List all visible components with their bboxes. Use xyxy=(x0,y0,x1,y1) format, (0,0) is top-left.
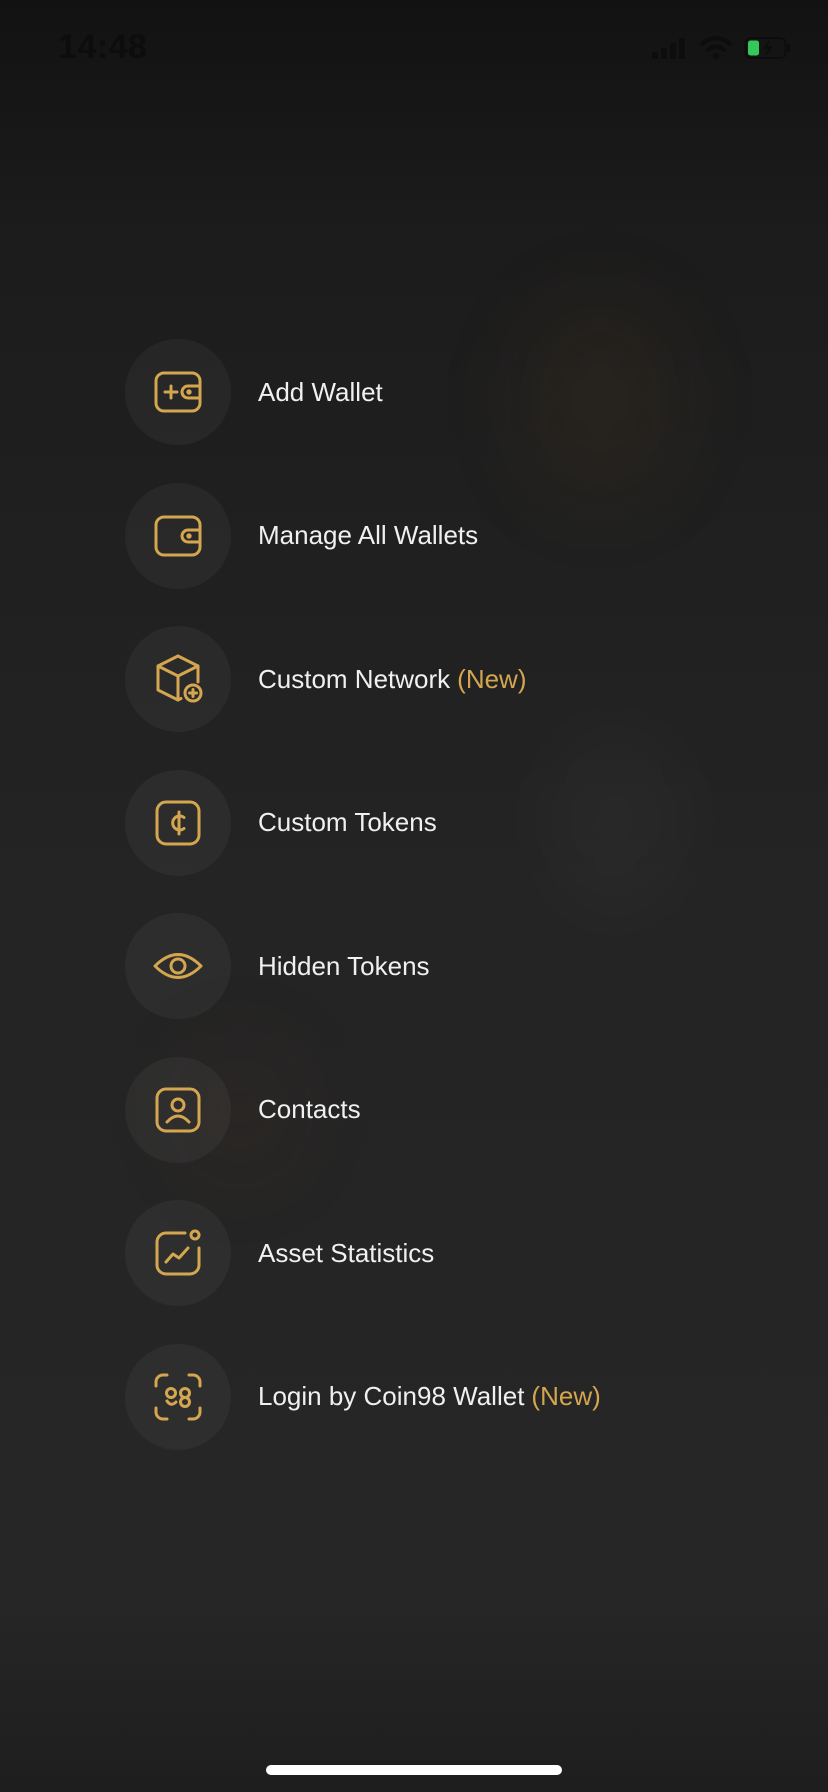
label-text: Manage All Wallets xyxy=(258,520,479,550)
label-text: Custom Network xyxy=(258,663,451,694)
icon-circle xyxy=(125,1056,231,1163)
wifi-icon xyxy=(700,36,732,60)
new-badge: (New) xyxy=(457,663,527,694)
icon-circle xyxy=(125,913,231,1019)
menu-item-label: Custom Tokens xyxy=(258,807,437,838)
menu-item-custom-network[interactable]: Custom Network (New) xyxy=(125,625,765,733)
status-icons xyxy=(652,36,792,60)
cellular-signal-icon xyxy=(652,38,685,59)
menu-item-label: Contacts xyxy=(258,1094,361,1125)
icon-circle xyxy=(125,1343,231,1450)
icon-circle xyxy=(125,769,231,876)
menu-item-label: Add Wallet xyxy=(258,377,383,408)
coin-icon xyxy=(155,800,201,845)
home-indicator[interactable] xyxy=(266,1765,562,1775)
label-text: Hidden Tokens xyxy=(258,950,430,981)
contact-icon xyxy=(155,1087,201,1132)
menu-item-label: Asset Statistics xyxy=(258,1238,434,1269)
menu-item-label: Hidden Tokens xyxy=(258,951,430,982)
menu-list: Add Wallet Manage All Wallets Custom Net… xyxy=(125,338,765,1486)
scan-icon xyxy=(154,1373,202,1420)
wallet-icon xyxy=(154,515,202,556)
label-text: Contacts xyxy=(258,1094,361,1124)
label-text: Login by Coin98 Wallet xyxy=(258,1381,525,1411)
menu-item-add-wallet[interactable]: Add Wallet xyxy=(125,338,765,446)
menu-item-manage-all-wallets[interactable]: Manage All Wallets xyxy=(125,482,765,590)
menu-item-asset-statistics[interactable]: Asset Statistics xyxy=(125,1199,765,1307)
icon-circle xyxy=(125,626,231,732)
icon-circle xyxy=(125,482,231,589)
menu-item-label: Login by Coin98 Wallet (New) xyxy=(258,1381,601,1412)
new-badge: (New) xyxy=(531,1381,601,1411)
status-time: 14:48 xyxy=(58,28,148,66)
menu-item-label: Manage All Wallets xyxy=(258,520,478,551)
label-text: Custom Tokens xyxy=(258,807,437,837)
add-wallet-icon xyxy=(154,371,202,413)
eye-icon xyxy=(153,953,203,979)
battery-charging-icon xyxy=(744,37,790,59)
chart-icon xyxy=(155,1229,201,1276)
menu-item-contacts[interactable]: Contacts xyxy=(125,1056,765,1164)
cube-plus-icon xyxy=(156,654,203,703)
icon-circle xyxy=(125,1200,231,1306)
icon-circle xyxy=(125,339,231,445)
label-text: Asset Statistics xyxy=(258,1237,435,1268)
menu-item-hidden-tokens[interactable]: Hidden Tokens xyxy=(125,912,765,1020)
label-text: Add Wallet xyxy=(258,376,383,407)
menu-item-label: Custom Network (New) xyxy=(258,664,527,695)
menu-item-custom-tokens[interactable]: Custom Tokens xyxy=(125,769,765,877)
status-bar: 14:48 xyxy=(0,0,828,100)
menu-item-login-by-coin98-wallet[interactable]: Login by Coin98 Wallet (New) xyxy=(125,1343,765,1451)
